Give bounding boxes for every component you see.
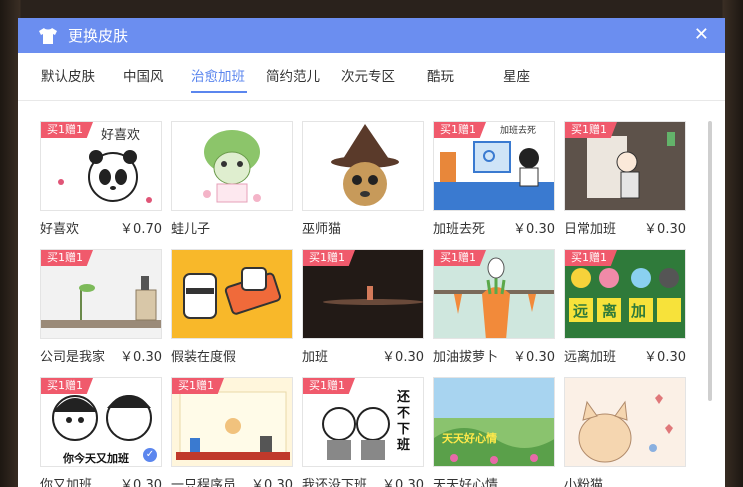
tshirt-icon (38, 27, 58, 45)
skin-thumbnail[interactable] (564, 377, 686, 467)
skin-thumbnail[interactable]: 买1赠1 (171, 377, 293, 467)
promo-badge: 买1赠1 (41, 250, 93, 266)
skin-thumbnail[interactable]: 买1赠1 (302, 249, 424, 339)
skin-thumbnail[interactable] (171, 121, 293, 211)
skin-price: ￥0.30 (513, 350, 555, 365)
tab-cool[interactable]: 酷玩 (427, 53, 503, 101)
skin-card[interactable]: 买1赠1 加油拔萝卜 ￥0.30 (433, 249, 555, 365)
skin-thumbnail[interactable] (302, 121, 424, 211)
thumb-caption: 好喜欢 (101, 128, 141, 143)
tab-default[interactable]: 默认皮肤 (41, 53, 123, 101)
skin-name: 我还没下班 (302, 478, 368, 487)
selected-check-icon: ✓ (143, 448, 157, 462)
tab-constellation[interactable]: 星座 (503, 53, 563, 101)
skin-price: ￥0.30 (120, 478, 162, 487)
promo-badge: 买1赠1 (434, 122, 486, 138)
tab-anime[interactable]: 次元专区 (341, 53, 427, 101)
scrollbar[interactable] (708, 121, 712, 401)
skin-thumbnail[interactable]: 买1赠1 好喜欢 (40, 121, 162, 211)
promo-badge: 买1赠1 (172, 378, 224, 394)
skin-price: ￥0.30 (382, 478, 424, 487)
skin-name: 一只程序员 (171, 478, 237, 487)
promo-badge: 买1赠1 (303, 250, 355, 266)
skin-card[interactable]: 买1赠1 一只程序员 ￥0.30 (171, 377, 293, 487)
skin-price: ￥0.30 (513, 222, 555, 237)
skin-thumbnail[interactable]: 买1赠1 你今天又加班 ✓ (40, 377, 162, 467)
skin-name: 好喜欢 (40, 222, 80, 237)
skin-thumbnail[interactable] (171, 249, 293, 339)
thumb-caption: 你今天又加班 (63, 452, 129, 465)
skin-card[interactable]: 买1赠1 日常加班 ￥0.30 (564, 121, 686, 237)
skin-price: ￥0.30 (644, 222, 686, 237)
skin-name: 蛙儿子 (171, 222, 211, 237)
thumb-caption: 还不下班 (397, 390, 411, 453)
tab-chinese-style[interactable]: 中国风 (123, 53, 191, 101)
skin-thumbnail[interactable]: 买1赠1 (564, 121, 686, 211)
close-icon[interactable]: ✕ (694, 26, 709, 44)
thumb-caption: 远离加班 (573, 302, 661, 339)
skin-name: 公司是我家 (40, 350, 106, 365)
tab-overtime-healing[interactable]: 治愈加班 (191, 53, 247, 101)
dialog-title: 更换皮肤 (68, 27, 129, 45)
skin-card[interactable]: 蛙儿子 (171, 121, 293, 237)
skin-name: 加班 (302, 350, 329, 365)
skin-price: ￥0.30 (120, 350, 162, 365)
skin-price: ￥0.30 (382, 350, 424, 365)
skin-card[interactable]: 买1赠1 好喜欢 好喜欢 ￥0.70 (40, 121, 162, 237)
skin-price: ￥0.30 (251, 478, 293, 487)
skin-card[interactable]: 小粉猫 (564, 377, 686, 487)
skin-thumbnail[interactable]: 买1赠1 加班去死 (433, 121, 555, 211)
promo-badge: 买1赠1 (303, 378, 355, 394)
promo-badge: 买1赠1 (41, 122, 93, 138)
skin-card[interactable]: 买1赠1 还不下班 我还没下班 ￥0.30 (302, 377, 424, 487)
promo-badge: 买1赠1 (565, 122, 617, 138)
skin-card[interactable]: 天天好心情 天天好心情 (433, 377, 555, 487)
thumb-caption: 天天好心情 (442, 432, 497, 445)
skin-thumbnail[interactable]: 天天好心情 (433, 377, 555, 467)
skin-card[interactable]: 买1赠1 加班去死 加班去死 ￥0.30 (433, 121, 555, 237)
skin-card[interactable]: 买1赠1 公司是我家 ￥0.30 (40, 249, 162, 365)
skin-card[interactable]: 买1赠1 你今天又加班 ✓ 你又加班 ￥0.30 (40, 377, 162, 487)
title-bar: 更换皮肤 ✕ (18, 18, 725, 53)
skin-name: 日常加班 (564, 222, 617, 237)
skin-name: 你又加班 (40, 478, 93, 487)
skin-price: ￥0.70 (120, 222, 162, 237)
skin-name: 天天好心情 (433, 478, 499, 487)
skin-price: ￥0.30 (644, 350, 686, 365)
skin-name: 加油拔萝卜 (433, 350, 499, 365)
skin-card[interactable]: 假装在度假 (171, 249, 293, 365)
skin-thumbnail[interactable]: 买1赠1 (433, 249, 555, 339)
skin-dialog: 更换皮肤 ✕ 默认皮肤 中国风 治愈加班 简约范儿 次元专区 酷玩 星座 买1赠… (18, 18, 725, 487)
promo-badge: 买1赠1 (434, 250, 486, 266)
skin-thumbnail[interactable]: 买1赠1 (40, 249, 162, 339)
promo-badge: 买1赠1 (565, 250, 617, 266)
skin-name: 小粉猫 (564, 478, 604, 487)
skin-card[interactable]: 买1赠1 加班 ￥0.30 (302, 249, 424, 365)
skin-name: 假装在度假 (171, 350, 237, 365)
skin-name: 远离加班 (564, 350, 617, 365)
promo-badge: 买1赠1 (41, 378, 93, 394)
skin-thumbnail[interactable]: 买1赠1 还不下班 (302, 377, 424, 467)
skin-name: 巫师猫 (302, 222, 342, 237)
thumb-caption: 加班去死 (500, 126, 537, 136)
skin-card[interactable]: 买1赠1 远离加班 远离加班 ￥0.30 (564, 249, 686, 365)
category-tabs: 默认皮肤 中国风 治愈加班 简约范儿 次元专区 酷玩 星座 (18, 53, 725, 101)
skin-thumbnail[interactable]: 买1赠1 远离加班 (564, 249, 686, 339)
skin-card[interactable]: 巫师猫 (302, 121, 424, 237)
skin-name: 加班去死 (433, 222, 486, 237)
tab-minimal[interactable]: 简约范儿 (266, 53, 341, 101)
